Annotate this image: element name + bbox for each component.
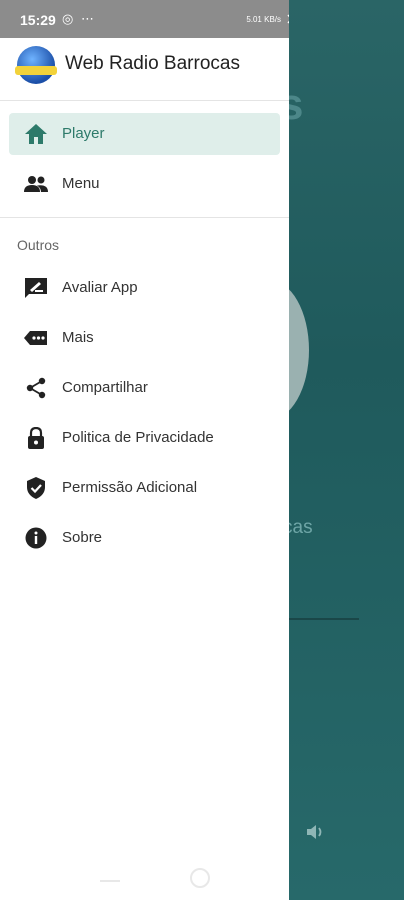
share-icon [26, 377, 46, 399]
drawer-item-permissao-adicional[interactable]: Permissão Adicional [0, 463, 289, 513]
drawer-item-mais[interactable]: Mais [0, 313, 289, 363]
people-icon [24, 176, 48, 192]
navigation-drawer: Web Radio Barrocas Player Menu Outros Av… [0, 38, 289, 900]
drawer-item-player[interactable]: Player [9, 113, 280, 155]
rate-icon [25, 278, 47, 298]
app-logo [15, 46, 57, 84]
drawer-item-compartilhar[interactable]: Compartilhar [0, 363, 289, 413]
drawer-item-label: Permissão Adicional [62, 479, 198, 496]
drawer-header: Web Radio Barrocas [0, 38, 289, 100]
background-player-screen[interactable]: s cas [229, 0, 404, 900]
shield-icon [27, 477, 45, 499]
info-icon [25, 527, 47, 549]
drawer-item-avaliar-app[interactable]: Avaliar App [0, 263, 289, 313]
more-tag-icon [24, 331, 47, 345]
drawer-item-label: Menu [62, 175, 100, 192]
drawer-item-label: Politica de Privacidade [62, 429, 214, 446]
drawer-item-label: Mais [62, 329, 94, 346]
drawer-item-menu[interactable]: Menu [0, 159, 289, 209]
drawer-item-label: Compartilhar [62, 379, 148, 396]
status-time: 15:29 [20, 12, 56, 28]
system-navigation-bar [0, 860, 289, 900]
status-notification-icons: ◎ ⋯ [62, 11, 96, 26]
lock-icon [28, 427, 44, 449]
volume-icon[interactable] [305, 822, 327, 842]
divider [0, 100, 289, 101]
drawer-item-sobre[interactable]: Sobre [0, 513, 289, 563]
network-speed: 5.01 KB/s [246, 14, 281, 24]
drawer-item-label: Sobre [62, 529, 103, 546]
app-title: Web Radio Barrocas [65, 53, 240, 74]
drawer-item-label: Player [62, 125, 105, 142]
nav-home-button[interactable] [190, 868, 210, 888]
drawer-item-politica-privacidade[interactable]: Politica de Privacidade [0, 413, 289, 463]
drawer-item-label: Avaliar App [62, 279, 138, 296]
home-icon [25, 124, 47, 144]
nav-recents-button[interactable] [100, 880, 120, 882]
section-title: Outros [17, 237, 60, 253]
